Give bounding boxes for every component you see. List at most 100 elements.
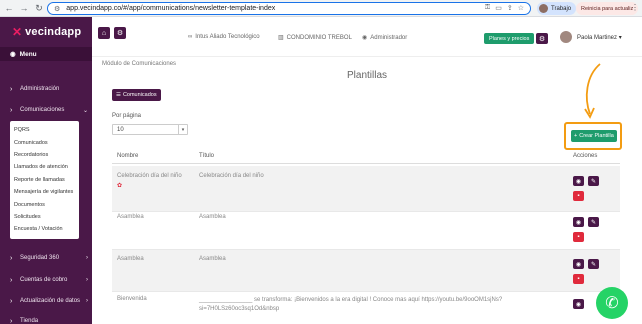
restart-label: Reinicia para actualiz	[581, 5, 634, 12]
submenu-item-documentos[interactable]: Documentos	[10, 198, 79, 210]
plans-button[interactable]: Planes y precios	[484, 33, 535, 44]
table-row: Celebración día del niño ✿ Celebración d…	[112, 166, 620, 212]
table-row: Asamblea Asamblea ◉ ✎ ▪	[112, 212, 620, 250]
row-titulo: Celebración día del niño	[199, 173, 264, 179]
sidebar-item-label: Actualización de datos	[20, 298, 81, 304]
table-header: Nombre Título Acciones	[112, 148, 620, 164]
back-icon[interactable]: ←	[3, 2, 15, 14]
plus-icon: +	[574, 133, 578, 139]
row-titulo: ________________ se transforma: ¡Bienven…	[199, 297, 503, 312]
chevron-down-icon: ▾	[178, 125, 187, 134]
submenu-item-comunicados[interactable]: Comunicados	[10, 136, 79, 148]
sidebar-item-label: Administración	[20, 86, 60, 92]
edit-button[interactable]: ✎	[588, 217, 599, 227]
cast-icon[interactable]: ▭	[495, 4, 502, 12]
sidebar-item-cuentas[interactable]: › Cuentas de cobro ›	[0, 273, 92, 287]
delete-button[interactable]: ▪	[573, 274, 584, 284]
edit-button[interactable]: ✎	[588, 176, 599, 186]
sidebar-item-label: Seguridad 360	[20, 255, 60, 261]
menu-header: ◉ Menu	[0, 47, 92, 61]
sidebar-item-administracion[interactable]: › Administración	[0, 82, 92, 96]
company-info: ∞ Intus Aliado Tecnológico	[188, 34, 260, 40]
chevron-right-icon: ›	[10, 276, 13, 284]
site-info-icon[interactable]: ⚙	[54, 5, 60, 13]
sidebar-item-comunicaciones[interactable]: › Comunicaciones ⌄	[0, 103, 92, 117]
view-button[interactable]: ◉	[573, 217, 584, 227]
chevron-down-icon: ⌄	[82, 107, 88, 114]
bookmark-star-icon[interactable]: ☆	[518, 4, 524, 12]
dashboard-icon: ◉	[10, 51, 16, 58]
per-page-select[interactable]: 10 ▾	[112, 124, 188, 135]
avatar[interactable]	[560, 31, 572, 43]
submenu-item-mensajeria[interactable]: Mensajería de vigilantes	[10, 186, 79, 198]
sidebar-item-actualizacion[interactable]: › Actualización de datos ›	[0, 294, 92, 308]
home-button[interactable]: ⌂	[98, 27, 110, 39]
address-bar[interactable]: ⚙ app.vecindapp.co/#/app/communications/…	[47, 2, 531, 15]
view-button[interactable]: ◉	[573, 259, 584, 269]
submenu-item-recordatorios[interactable]: Recordatorios	[10, 149, 79, 161]
chevron-right-icon: ›	[10, 254, 13, 262]
list-icon: ☰	[116, 92, 121, 98]
row-titulo: Asamblea	[199, 256, 226, 262]
row-nombre: Asamblea	[117, 256, 144, 262]
row-titulo: Asamblea	[199, 214, 226, 220]
table-row: Asamblea Asamblea ◉ ✎ ▪	[112, 250, 620, 292]
browser-menu-icon[interactable]: ⋮	[631, 3, 639, 12]
view-button[interactable]: ◉	[573, 299, 584, 309]
gear-icon: ⚙	[116, 30, 124, 37]
url-text[interactable]: app.vecindapp.co/#/app/communications/ne…	[66, 5, 275, 12]
row-nombre: Bienvenida	[117, 296, 147, 302]
condo-info: ▥ CONDOMINIO TREBOL	[278, 34, 352, 42]
submenu-item-reporte-llamadas[interactable]: Reporte de llamadas	[10, 174, 79, 186]
user-menu[interactable]: Paola Martinez ▾	[577, 34, 622, 41]
sidebar-item-tienda[interactable]: › Tienda	[0, 314, 92, 324]
caret-down-icon: ▾	[618, 35, 622, 41]
edit-button[interactable]: ✎	[588, 259, 599, 269]
whatsapp-chat-button[interactable]: ✆	[596, 287, 628, 319]
chevron-right-icon: ›	[10, 85, 13, 93]
phone-icon: ✆	[605, 295, 619, 312]
sidebar-item-seguridad[interactable]: › Seguridad 360 ›	[0, 251, 92, 265]
restart-update-button[interactable]: Reinicia para actualiz	[576, 2, 639, 15]
eye-icon: ◉	[575, 301, 582, 308]
delete-button[interactable]: ▪	[573, 232, 584, 242]
handshake-icon: ∞	[188, 34, 193, 40]
sidebar-item-label: Tienda	[20, 318, 39, 324]
create-template-button[interactable]: + Crear Plantilla	[571, 130, 617, 142]
delete-button[interactable]: ▪	[573, 191, 584, 201]
submenu-item-llamados[interactable]: Llamados de atención	[10, 161, 79, 173]
logo-text: vecindapp	[25, 26, 82, 38]
browser-toolbar: ← → ↻ ⚙ app.vecindapp.co/#/app/communica…	[0, 0, 642, 17]
submenu-item-encuesta[interactable]: Encuesta / Votación	[10, 223, 79, 235]
forward-icon[interactable]: →	[18, 2, 30, 14]
row-nombre: Asamblea	[117, 214, 144, 220]
column-titulo: Título	[199, 153, 215, 159]
page-title: Plantillas	[346, 70, 388, 81]
logo[interactable]: ✕ vecindapp	[0, 17, 92, 47]
comunicados-label: Comunicados	[122, 92, 157, 98]
comunicados-button[interactable]: ☰ Comunicados	[112, 89, 161, 101]
table-row: Bienvenida ________________ se transform…	[112, 292, 620, 324]
reload-icon[interactable]: ↻	[33, 2, 45, 14]
profile-label: Trabajo	[551, 5, 572, 12]
logo-mark-icon: ✕	[12, 25, 23, 39]
sidebar-item-label: Cuentas de cobro	[20, 277, 68, 283]
user-icon: ◉	[362, 35, 368, 41]
share-icon[interactable]: ⇪	[507, 4, 513, 12]
menu-label: Menu	[19, 50, 37, 58]
per-page-label: Por página	[112, 113, 142, 119]
edit-icon: ✎	[590, 178, 597, 185]
settings-button[interactable]: ⚙	[536, 33, 548, 44]
password-key-icon[interactable]: ⚿	[485, 4, 490, 12]
submenu-item-pqrs[interactable]: PQRS	[10, 124, 79, 136]
browser-profile-chip[interactable]: Trabajo	[537, 2, 577, 15]
submenu-item-solicitudes[interactable]: Solicitudes	[10, 211, 79, 223]
per-page-value: 10	[117, 126, 124, 133]
chevron-right-icon: ›	[86, 298, 88, 304]
profile-avatar	[539, 4, 548, 13]
settings-shortcut-button[interactable]: ⚙	[114, 27, 126, 39]
eye-icon: ◉	[575, 178, 582, 185]
view-button[interactable]: ◉	[573, 176, 584, 186]
gear-icon: ⚙	[538, 35, 546, 43]
chevron-right-icon: ›	[86, 255, 88, 261]
